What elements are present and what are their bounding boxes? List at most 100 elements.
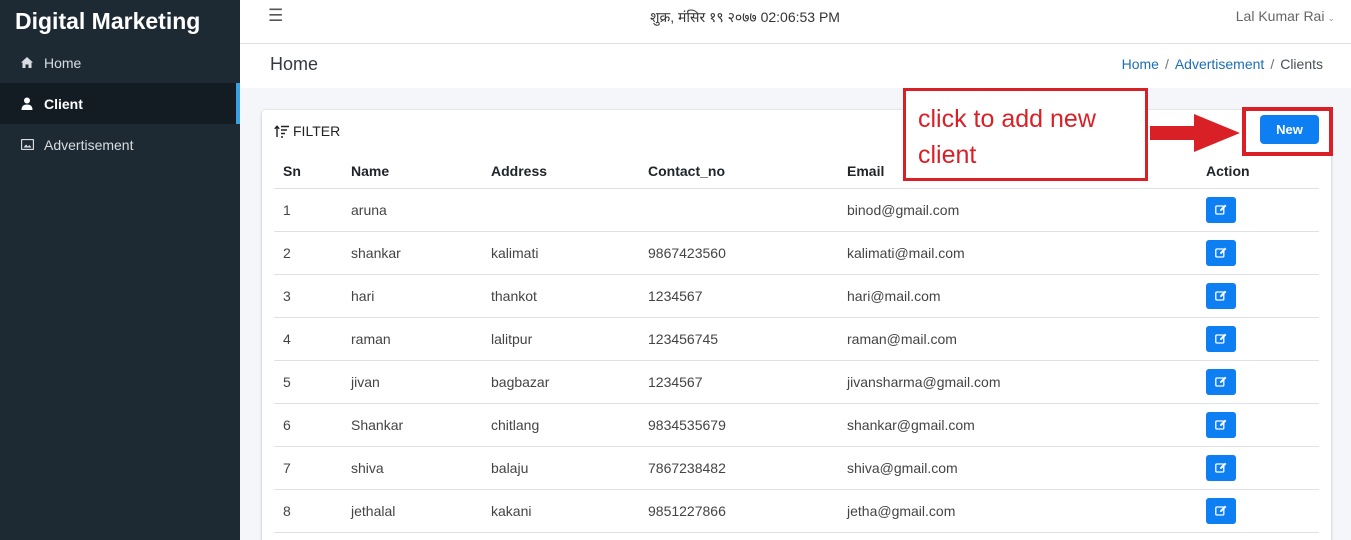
cell-email: jivansharma@gmail.com (838, 360, 1197, 404)
column-header-sn: Sn (274, 155, 342, 189)
cell-address: chitlang (482, 403, 639, 447)
cell-sn: 6 (274, 403, 342, 447)
breadcrumb-home-link[interactable]: Home (1122, 56, 1159, 72)
sidebar-item-home[interactable]: Home (0, 42, 240, 83)
cell-email: shankar@gmail.com (838, 403, 1197, 447)
content-header: Home Home / Advertisement / Clients (240, 44, 1351, 88)
cell-name: jethalal (342, 489, 482, 533)
cell-email: jetha@gmail.com (838, 489, 1197, 533)
edit-button[interactable] (1206, 411, 1236, 438)
cell-action (1197, 403, 1319, 447)
annotation-arrow-icon (1150, 114, 1240, 152)
cell-address (482, 188, 639, 232)
user-icon (20, 97, 34, 111)
cell-email: shiva@gmail.com (838, 446, 1197, 490)
cell-sn: 8 (274, 489, 342, 533)
column-header-contact: Contact_no (639, 155, 838, 189)
cell-name: raman (342, 317, 482, 361)
cell-address: bagbazar (482, 360, 639, 404)
cell-contact: 7867238482 (639, 446, 838, 490)
edit-button[interactable] (1206, 497, 1236, 524)
breadcrumb-separator: / (1164, 56, 1169, 72)
edit-icon (1215, 419, 1227, 431)
edit-icon (1215, 290, 1227, 302)
cell-action (1197, 188, 1319, 232)
cell-contact (639, 188, 838, 232)
cell-address: lalitpur (482, 317, 639, 361)
cell-action (1197, 317, 1319, 361)
top-navbar: ☰ शुक्र, मंसिर १९ २०७७ 02:06:53 PM Lal K… (240, 0, 1351, 44)
breadcrumb: Home / Advertisement / Clients (1122, 56, 1323, 72)
image-icon (20, 138, 34, 152)
cell-email: kalimati@mail.com (838, 231, 1197, 275)
cell-email: hari@mail.com (838, 274, 1197, 318)
table-row: 2 shankar kalimati 9867423560 kalimati@mail.… (274, 231, 1319, 275)
cell-contact: 1234567 (639, 360, 838, 404)
cell-action (1197, 446, 1319, 490)
column-header-action: Action (1197, 155, 1319, 189)
breadcrumb-separator: / (1270, 56, 1275, 72)
annotation-callout: click to add new client (903, 88, 1148, 181)
breadcrumb-advertisement-link[interactable]: Advertisement (1175, 56, 1264, 72)
filter-label: FILTER (293, 123, 341, 139)
table-row: 4 raman lalitpur 123456745 raman@mail.com (274, 317, 1319, 361)
brand-title[interactable]: Digital Marketing (0, 0, 240, 42)
cell-name: Shankar (342, 403, 482, 447)
cell-name: hari (342, 274, 482, 318)
table-header-row: Sn Name Address Contact_no Email Action (274, 155, 1319, 189)
clients-table: Sn Name Address Contact_no Email Action … (274, 155, 1319, 533)
cell-contact: 123456745 (639, 317, 838, 361)
cell-address: thankot (482, 274, 639, 318)
table-row: 5 jivan bagbazar 1234567 jivansharma@gmail.c… (274, 360, 1319, 404)
table-row: 3 hari thankot 1234567 hari@mail.com (274, 274, 1319, 318)
table-row: 8 jethalal kakani 9851227866 jetha@gmail.com (274, 489, 1319, 533)
edit-icon (1215, 333, 1227, 345)
cell-sn: 1 (274, 188, 342, 232)
edit-button[interactable] (1206, 196, 1236, 223)
edit-icon (1215, 204, 1227, 216)
sidebar: Digital Marketing Home Client Advertisem… (0, 0, 240, 540)
edit-icon (1215, 505, 1227, 517)
sidebar-item-advertisement[interactable]: Advertisement (0, 124, 240, 165)
cell-address: kalimati (482, 231, 639, 275)
page-title: Home (270, 54, 319, 74)
edit-icon (1215, 376, 1227, 388)
sidebar-item-client[interactable]: Client (0, 83, 240, 124)
column-header-name: Name (342, 155, 482, 189)
edit-icon (1215, 247, 1227, 259)
cell-contact: 9834535679 (639, 403, 838, 447)
cell-contact: 9867423560 (639, 231, 838, 275)
edit-button[interactable] (1206, 239, 1236, 266)
cell-name: jivan (342, 360, 482, 404)
home-icon (20, 56, 34, 70)
sidebar-item-label: Advertisement (44, 136, 134, 153)
cell-email: binod@gmail.com (838, 188, 1197, 232)
cell-contact: 9851227866 (639, 489, 838, 533)
cell-name: shankar (342, 231, 482, 275)
menu-icon[interactable]: ☰ (268, 6, 283, 26)
edit-button[interactable] (1206, 282, 1236, 309)
filter-sort-icon (274, 124, 289, 138)
cell-sn: 2 (274, 231, 342, 275)
edit-button[interactable] (1206, 454, 1236, 481)
edit-button[interactable] (1206, 325, 1236, 352)
filter-toggle[interactable]: FILTER (274, 123, 340, 139)
breadcrumb-current: Clients (1280, 56, 1323, 72)
edit-button[interactable] (1206, 368, 1236, 395)
table-row: 1 aruna binod@gmail.com (274, 188, 1319, 232)
cell-sn: 4 (274, 317, 342, 361)
sidebar-item-label: Client (44, 95, 83, 112)
sidebar-item-label: Home (44, 54, 82, 71)
clients-card: FILTER New Sn Name Address Contact_no Em… (262, 110, 1331, 540)
cell-address: kakani (482, 489, 639, 533)
edit-icon (1215, 462, 1227, 474)
cell-sn: 3 (274, 274, 342, 318)
cell-sn: 7 (274, 446, 342, 490)
user-menu[interactable]: Lal Kumar Rai ⌄ (1236, 8, 1335, 24)
cell-email: raman@mail.com (838, 317, 1197, 361)
cell-name: aruna (342, 188, 482, 232)
cell-action (1197, 360, 1319, 404)
chevron-down-icon: ⌄ (1327, 13, 1335, 23)
table-row: 6 Shankar chitlang 9834535679 shankar@gmail.… (274, 403, 1319, 447)
cell-action (1197, 231, 1319, 275)
